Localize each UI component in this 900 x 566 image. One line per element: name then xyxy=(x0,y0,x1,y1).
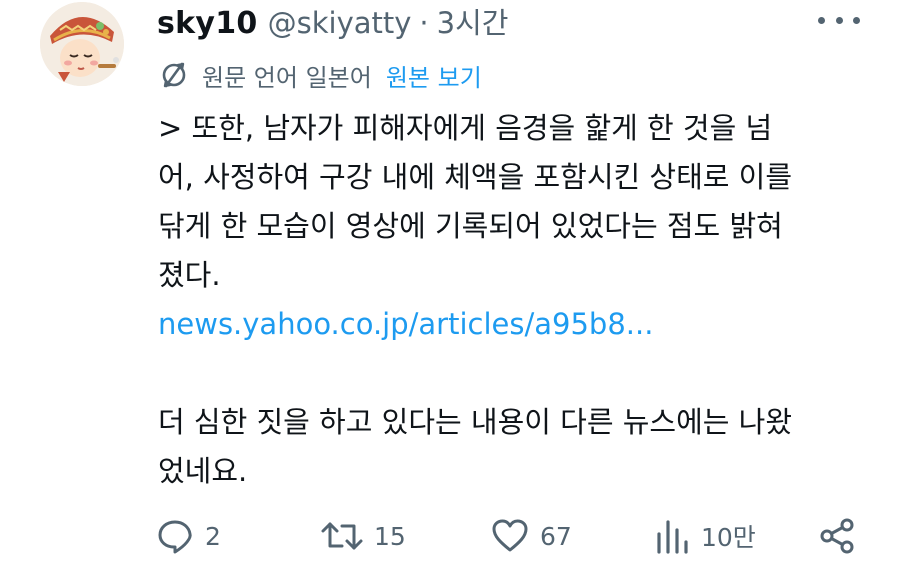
reply-button[interactable]: 2 xyxy=(155,514,221,558)
retweet-count: 15 xyxy=(374,521,406,551)
separator-dot: · xyxy=(419,6,429,40)
tweet-text-line: 졌다. xyxy=(158,258,221,292)
more-dot-icon xyxy=(835,16,843,24)
more-dot-icon xyxy=(818,16,825,24)
timestamp[interactable]: 3시간 xyxy=(437,0,509,42)
display-name[interactable]: sky10 xyxy=(157,6,258,41)
views-chart-icon xyxy=(657,520,688,554)
tweet-text-line: 어, 사정하여 구강 내에 체액을 포함시킨 상태로 이를 xyxy=(158,160,793,194)
share-button[interactable] xyxy=(817,514,857,558)
tweet-text-line: > 또한, 남자가 피해자에게 음경을 핥게 한 것을 넘 xyxy=(158,111,773,145)
tweet-text-line: 었네요. xyxy=(158,454,248,488)
reply-count: 2 xyxy=(205,521,221,551)
retweet-icon xyxy=(321,522,363,550)
action-bar: 2 15 67 10만 xyxy=(155,514,865,558)
views-button[interactable]: 10만 xyxy=(655,514,756,558)
tweet-header: sky10 @skiyatty · 3시간 xyxy=(157,0,508,41)
heart-icon xyxy=(492,519,528,552)
user-handle[interactable]: @skiyatty xyxy=(268,6,412,40)
retweet-button[interactable]: 15 xyxy=(320,514,406,558)
show-original-link[interactable]: 원본 보기 xyxy=(386,58,482,93)
share-icon xyxy=(820,518,854,554)
more-dot-icon xyxy=(853,16,860,24)
views-count: 10만 xyxy=(701,523,756,552)
translation-row: 원문 언어 일본어 원본 보기 xyxy=(158,57,482,93)
like-button[interactable]: 67 xyxy=(490,514,572,558)
tweet-body: > 또한, 남자가 피해자에게 음경을 핥게 한 것을 넘 어, 사정하여 구강… xyxy=(158,104,858,496)
reply-icon xyxy=(158,520,192,554)
avatar[interactable] xyxy=(40,2,124,86)
avatar-image xyxy=(40,2,124,86)
tweet-text-line: 더 심한 짓을 하고 있다는 내용이 다른 뉴스에는 나왔 xyxy=(158,405,793,439)
like-count: 67 xyxy=(540,521,572,551)
tweet-text-line: 닦게 한 모습이 영상에 기록되어 있었다는 점도 밝혀 xyxy=(158,209,783,243)
more-options-button[interactable] xyxy=(818,8,860,32)
article-link[interactable]: news.yahoo.co.jp/articles/a95b8... xyxy=(158,300,858,349)
translation-source-label: 원문 언어 일본어 xyxy=(202,63,372,92)
translate-icon xyxy=(162,62,186,88)
